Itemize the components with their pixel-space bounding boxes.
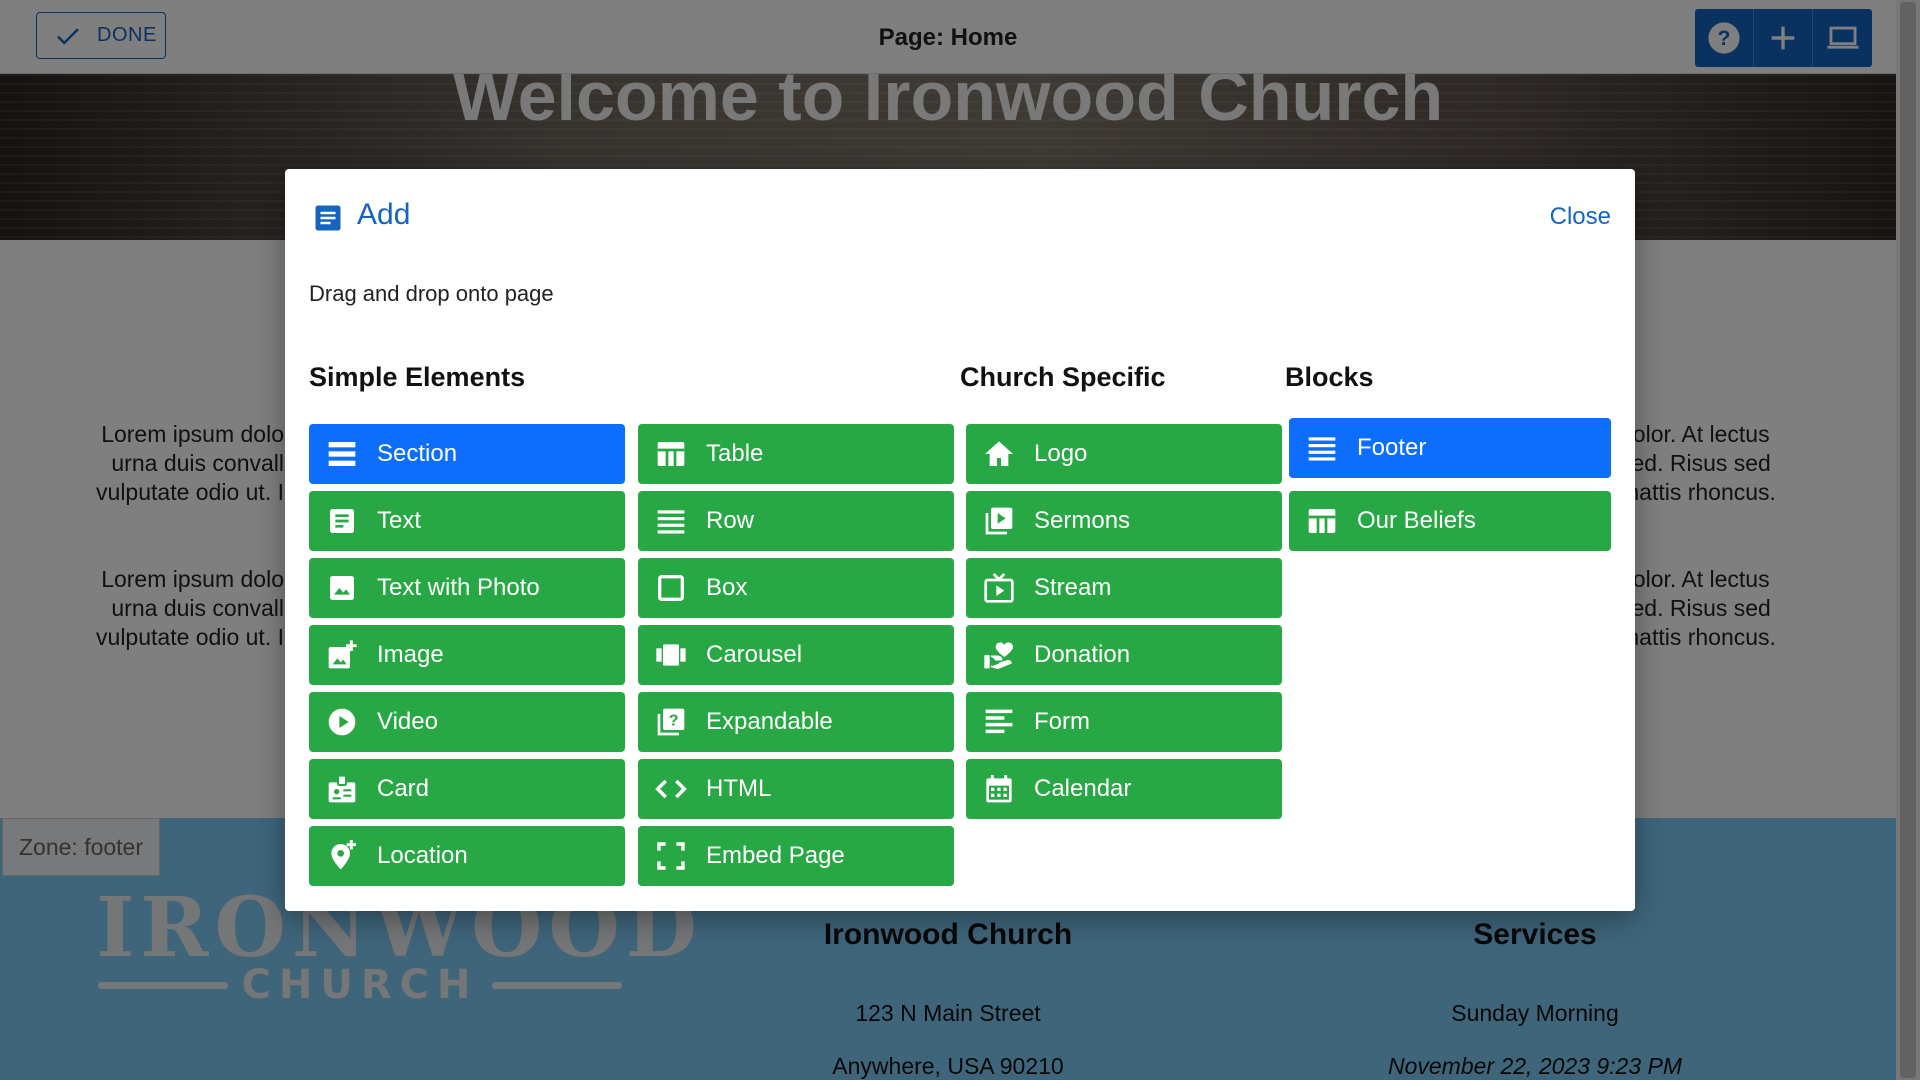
carousel-icon (656, 644, 686, 666)
close-button[interactable]: Close (1550, 203, 1611, 231)
row-icon (1308, 437, 1336, 461)
photo-icon (330, 576, 354, 600)
element-stream-button[interactable]: Stream (966, 558, 1282, 618)
element-label: Embed Page (706, 842, 845, 869)
embed-icon (657, 842, 685, 870)
element-label: Video (377, 708, 438, 735)
element-box-button[interactable]: Box (638, 558, 954, 618)
calendar-icon (986, 775, 1012, 803)
table-icon (1308, 509, 1336, 533)
element-text-with-photo-button[interactable]: Text with Photo (309, 558, 625, 618)
add-location-icon (331, 840, 356, 870)
element-label: Form (1034, 708, 1090, 735)
element-donation-button[interactable]: Donation (966, 625, 1282, 685)
svg-text:?: ? (669, 712, 679, 729)
badge-icon (328, 774, 356, 803)
element-image-button[interactable]: Image (309, 625, 625, 685)
element-label: Stream (1034, 574, 1112, 601)
element-our-beliefs-button[interactable]: Our Beliefs (1289, 491, 1611, 551)
dialog-instructions: Drag and drop onto page (309, 281, 554, 306)
element-card-button[interactable]: Card (309, 759, 625, 819)
text-icon (330, 509, 354, 533)
element-label: Our Beliefs (1357, 507, 1476, 534)
add-dialog: Add Close Drag and drop onto page Simple… (285, 169, 1635, 911)
heading-simple-elements: Simple Elements (309, 362, 526, 392)
element-calendar-button[interactable]: Calendar (966, 759, 1282, 819)
element-carousel-button[interactable]: Carousel (638, 625, 954, 685)
element-label: Section (377, 440, 458, 467)
heading-church-specific: Church Specific (960, 362, 1166, 392)
volunteer-icon (984, 642, 1013, 670)
element-logo-button[interactable]: Logo (966, 424, 1282, 484)
element-table-button[interactable]: Table (638, 424, 954, 484)
element-label: Row (706, 507, 755, 534)
element-label: Box (706, 574, 748, 601)
code-icon (655, 779, 687, 799)
element-expandable-button[interactable]: ? Expandable (638, 692, 954, 752)
article-icon (315, 205, 341, 231)
element-label: Location (377, 842, 468, 869)
element-embed-page-button[interactable]: Embed Page (638, 826, 954, 886)
element-label: Carousel (706, 641, 803, 668)
play-circle-icon (328, 708, 356, 736)
element-row-button[interactable]: Row (638, 491, 954, 551)
element-label: Text (377, 507, 422, 534)
element-label: Text with Photo (377, 574, 540, 601)
element-video-button[interactable]: Video (309, 692, 625, 752)
element-html-button[interactable]: HTML (638, 759, 954, 819)
element-text-button[interactable]: Text (309, 491, 625, 551)
element-form-button[interactable]: Form (966, 692, 1282, 752)
element-section-button[interactable]: Section (309, 424, 625, 484)
element-label: Image (377, 641, 444, 668)
element-footer-button[interactable]: Footer (1289, 418, 1611, 478)
element-label: Table (706, 440, 764, 467)
element-label: Expandable (706, 708, 833, 735)
element-label: HTML (706, 775, 772, 802)
element-label: Calendar (1034, 775, 1132, 802)
element-label: Donation (1034, 641, 1131, 668)
element-sermons-button[interactable]: Sermons (966, 491, 1282, 551)
video-library-icon (985, 507, 1013, 535)
element-label: Card (377, 775, 430, 802)
heading-blocks: Blocks (1285, 362, 1374, 392)
form-icon (985, 709, 1013, 734)
dialog-title: Add (357, 198, 411, 231)
live-tv-icon (984, 573, 1014, 603)
expandable-icon: ? (657, 708, 685, 736)
row-icon (657, 510, 685, 534)
element-label: Sermons (1034, 507, 1131, 534)
element-location-button[interactable]: Location (309, 826, 625, 886)
add-photo-icon (328, 640, 357, 669)
box-icon (658, 575, 684, 601)
element-label: Footer (1357, 434, 1427, 461)
table-icon (657, 442, 685, 466)
section-icon (328, 442, 356, 466)
home-icon (985, 441, 1013, 466)
element-label: Logo (1034, 440, 1088, 467)
